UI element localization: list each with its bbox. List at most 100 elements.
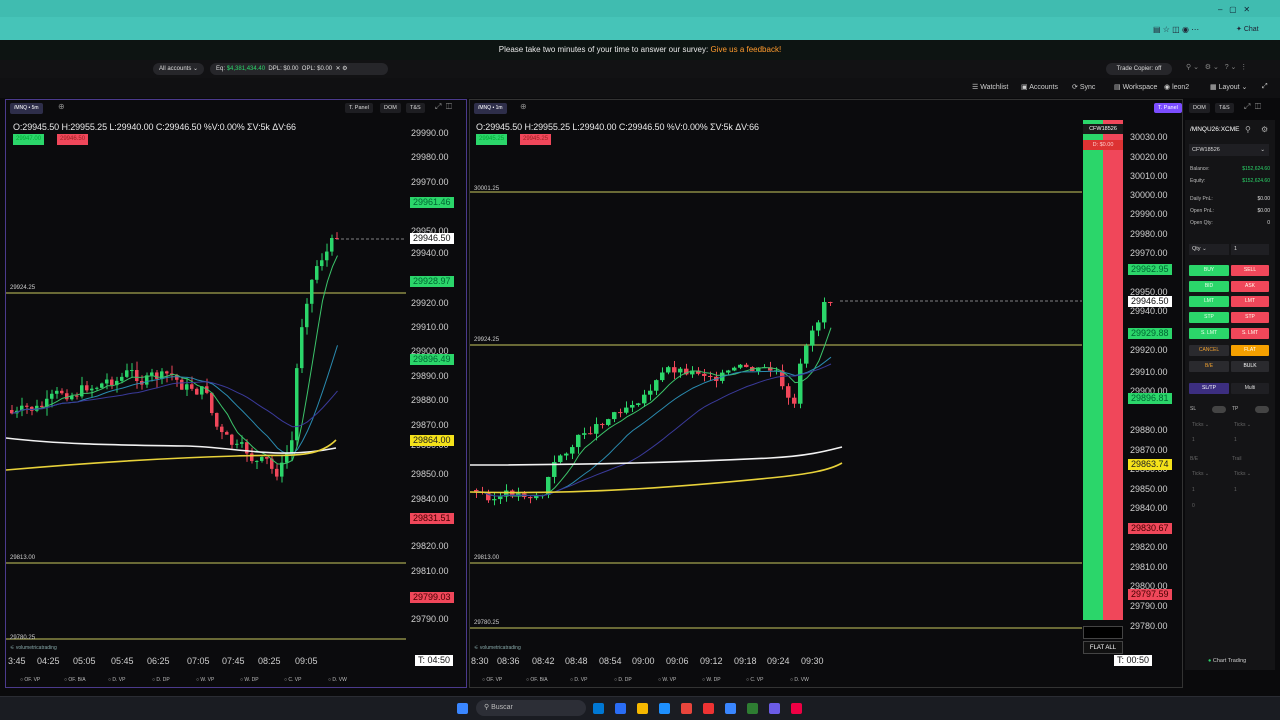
profile-toggle[interactable]: ○ D. VW [328,677,347,683]
chat-button[interactable]: ✦ Chat [1236,25,1259,33]
t-panel-button[interactable]: T. Panel [345,103,373,113]
profile-toggle[interactable]: ○ D. DP [152,677,170,683]
accounts-dropdown[interactable]: All accounts ⌄ [153,63,205,75]
profile-toggle[interactable]: ○ D. DP [614,677,632,683]
dom-button[interactable]: DOM [380,103,401,113]
profile-toggle[interactable]: ○ OF. VP [482,677,502,683]
t-panel-button-2[interactable]: T. Panel [1154,103,1182,113]
taskbar-app-icon[interactable] [659,703,670,714]
candle-body [220,426,224,433]
candle-body [498,496,503,500]
chart-plot-1m[interactable] [470,120,1082,655]
chart-plot-5m[interactable] [6,120,406,655]
buy-button[interactable]: BUY [1189,265,1229,276]
taskbar-app-icon[interactable] [747,703,758,714]
chart-window-icons[interactable]: ⤢ ◫ [435,102,452,112]
sell-lmt-button[interactable]: LMT [1231,296,1269,307]
qty-label[interactable]: Qty ⌄ [1189,244,1229,255]
buy-slmt-button[interactable]: S. LMT [1189,328,1229,339]
workspace-button[interactable]: ▤ Workspace [1114,83,1157,91]
ticks-label[interactable]: Ticks ⌄ [1234,471,1251,477]
ask-button[interactable]: ASK [1231,281,1269,292]
taskbar-app-icon[interactable] [769,703,780,714]
symbol-tab-1m[interactable]: /MNQ • 1m [474,103,507,114]
panel-search-icon[interactable]: ⚲ [1245,125,1251,134]
dom-ask-bar[interactable] [1103,120,1123,620]
accounts-button[interactable]: ▣ Accounts [1021,83,1058,91]
candle-body [235,443,239,445]
panel-symbol[interactable]: /MNQU26:XCME [1190,126,1239,133]
sell-stp-button[interactable]: STP [1231,312,1269,323]
y-tick-label: 29820.00 [411,541,449,551]
flat-button[interactable]: FLAT [1231,345,1269,356]
accounts-label: Accounts [1029,84,1058,91]
taskbar-app-icon[interactable] [593,703,604,714]
panel-account-select[interactable]: CFW18526 ⌄ [1189,144,1269,156]
bulk-button[interactable]: BULK [1231,361,1269,372]
profile-toggle[interactable]: ○ D. VW [790,677,809,683]
taskbar-app-icon[interactable] [637,703,648,714]
cancel-button[interactable]: CANCEL [1189,345,1229,356]
user-button[interactable]: ◉ leon2 [1164,83,1189,91]
sync-button[interactable]: ⟳ Sync [1072,83,1095,91]
sell-button[interactable]: SELL [1231,265,1269,276]
sltp-tab[interactable]: SL/TP [1189,383,1229,394]
profile-toggle[interactable]: ○ C. VP [284,677,301,683]
buy-stp-button[interactable]: STP [1189,312,1229,323]
tp-toggle[interactable] [1255,406,1269,413]
sell-slmt-button[interactable]: S. LMT [1231,328,1269,339]
be-button[interactable]: B/E [1189,361,1229,372]
dpl-value: DPL: $0.00 [268,66,299,72]
bid-button[interactable]: BID [1189,281,1229,292]
candle-body [185,384,189,390]
profile-toggle[interactable]: ○ W. DP [702,677,721,683]
taskbar-app-icon[interactable] [725,703,736,714]
price-tag-last-2: 29946.50 [1128,296,1172,307]
profile-toggle[interactable]: ○ W. VP [658,677,676,683]
taskbar-app-icon[interactable] [681,703,692,714]
profile-toggle[interactable]: ○ OF. VP [20,677,40,683]
taskbar-app-icon[interactable] [615,703,626,714]
profile-toggle[interactable]: ○ C. VP [746,677,763,683]
ticks-label[interactable]: Ticks ⌄ [1234,422,1251,428]
start-icon[interactable] [457,703,468,714]
profile-toggle[interactable]: ○ OF. B/A [526,677,548,683]
account-icons[interactable]: ⚲ ⌄ ⚙ ⌄ ? ⌄ ⋮ [1186,63,1247,71]
profile-toggle[interactable]: ○ OF. B/A [64,677,86,683]
x-tick-label: 3:45 [8,656,26,666]
ts-button[interactable]: T&S [406,103,425,113]
taskbar-search[interactable]: ⚲ Buscar [476,700,586,716]
ts-button-2[interactable]: T&S [1215,103,1234,113]
ticks-label[interactable]: Ticks ⌄ [1192,422,1209,428]
chart-window-icons-2[interactable]: ⤢ ◫ [1244,102,1261,112]
expand-icon[interactable]: ⤢ [1262,83,1268,91]
dom-bid-bar[interactable] [1083,120,1103,620]
taskbar-app-icon[interactable] [791,703,802,714]
toolbar-icons[interactable]: ▤ ☆ ◫ ◉ ⋯ [1153,25,1199,34]
profile-toggle[interactable]: ○ W. DP [240,677,259,683]
survey-link[interactable]: Give us a feedback! [710,45,781,54]
profile-toggle[interactable]: ○ D. VP [108,677,125,683]
panel-settings-icon[interactable]: ⚙ [1261,125,1268,134]
chart-trading-label: Chart Trading [1212,658,1247,664]
layout-button[interactable]: ▦ Layout ⌄ [1210,83,1247,91]
watchlist-button[interactable]: ☰ Watchlist [972,83,1008,91]
profile-toggle[interactable]: ○ W. VP [196,677,214,683]
profile-toggle[interactable]: ○ D. VP [570,677,587,683]
price-tag-t6: 29831.51 [410,513,454,524]
window-controls[interactable]: – ▢ ✕ [1218,5,1250,14]
flat-all-button[interactable]: FLAT ALL [1083,641,1123,654]
add-tab-icon[interactable]: ⊕ [58,102,65,111]
taskbar-app-icon[interactable] [703,703,714,714]
symbol-tab-5m[interactable]: /MNQ • 5m [10,103,43,114]
dom-button-2[interactable]: DOM [1189,103,1210,113]
chart-trading-toggle[interactable]: ● Chart Trading [1208,658,1246,664]
buy-lmt-button[interactable]: LMT [1189,296,1229,307]
sl-toggle[interactable] [1212,406,1226,413]
level-label-2-3: 29813.00 [474,555,500,561]
trade-copier-toggle[interactable]: Trade Copier: off [1106,63,1172,75]
qty-input[interactable]: 1 [1231,244,1269,255]
add-tab-icon-2[interactable]: ⊕ [520,102,527,111]
multi-tab[interactable]: Multi [1231,383,1269,394]
ticks-label[interactable]: Ticks ⌄ [1192,471,1209,477]
